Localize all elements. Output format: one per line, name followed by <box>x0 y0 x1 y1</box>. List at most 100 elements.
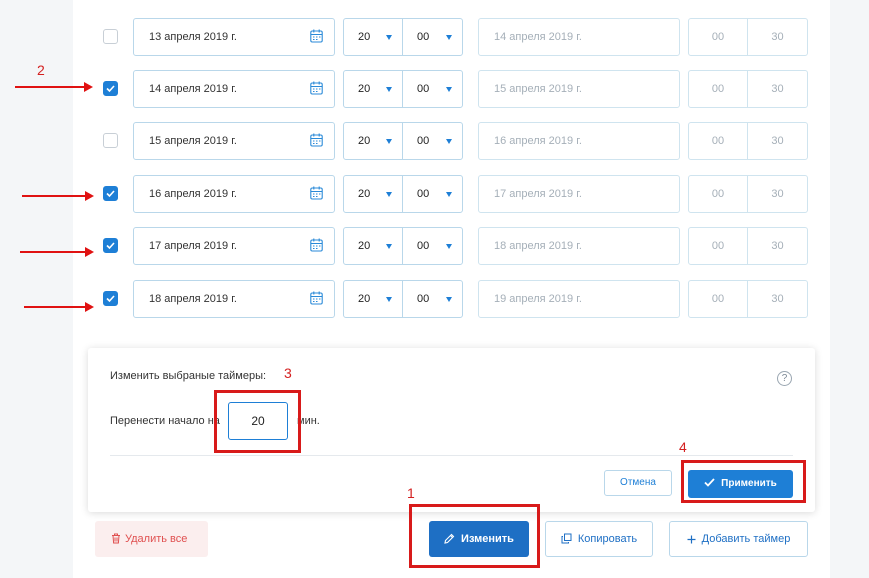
start-minute-select[interactable]: 00 <box>402 227 463 265</box>
annotation-box-1 <box>409 504 540 568</box>
end-date-value: 15 апреля 2019 г. <box>494 83 582 95</box>
duration-minutes-field: 30 <box>747 280 808 318</box>
row-checkbox[interactable] <box>103 81 118 96</box>
start-date-value: 16 апреля 2019 г. <box>149 188 237 200</box>
chevron-down-icon <box>386 297 392 302</box>
duration-hours-field: 00 <box>688 70 748 108</box>
chevron-down-icon <box>386 244 392 249</box>
end-date-field: 17 апреля 2019 г. <box>478 175 680 213</box>
popup-title: Изменить выбраные таймеры: <box>110 370 267 382</box>
duration-hours-value: 00 <box>711 293 725 305</box>
annotation-arrow <box>24 302 94 312</box>
duration-minutes-field: 30 <box>747 175 808 213</box>
start-minute-select[interactable]: 00 <box>402 70 463 108</box>
start-date-field[interactable]: 15 апреля 2019 г. <box>133 122 335 160</box>
start-minute-value: 00 <box>417 31 430 43</box>
start-date-value: 15 апреля 2019 г. <box>149 135 237 147</box>
duration-minutes-field: 30 <box>747 227 808 265</box>
trash-icon <box>112 533 120 544</box>
annotation-box-4 <box>681 460 806 503</box>
row-checkbox[interactable] <box>103 29 118 44</box>
start-minute-value: 00 <box>417 240 430 252</box>
duration-minutes-value: 30 <box>771 135 784 147</box>
start-hour-select[interactable]: 20 <box>343 280 403 318</box>
start-minute-select[interactable]: 00 <box>402 175 463 213</box>
calendar-icon[interactable] <box>310 81 323 100</box>
delete-all-label: Удалить все <box>125 533 188 545</box>
start-date-value: 18 апреля 2019 г. <box>149 293 237 305</box>
cancel-button[interactable]: Отмена <box>604 470 672 496</box>
duration-minutes-field: 30 <box>747 18 808 56</box>
chevron-down-icon <box>446 192 452 197</box>
help-icon[interactable]: ? <box>777 371 792 386</box>
duration-hours-value: 00 <box>711 135 725 147</box>
row-checkbox[interactable] <box>103 238 118 253</box>
calendar-icon[interactable] <box>310 238 323 257</box>
end-date-field: 19 апреля 2019 г. <box>478 280 680 318</box>
duration-hours-field: 00 <box>688 280 748 318</box>
end-date-value: 18 апреля 2019 г. <box>494 240 582 252</box>
annotation-arrow <box>15 82 93 92</box>
duration-hours-value: 00 <box>711 188 725 200</box>
copy-label: Копировать <box>577 533 638 545</box>
duration-hours-value: 00 <box>711 83 725 95</box>
chevron-down-icon <box>386 192 392 197</box>
start-date-field[interactable]: 17 апреля 2019 г. <box>133 227 335 265</box>
row-checkbox[interactable] <box>103 291 118 306</box>
duration-minutes-value: 30 <box>771 83 784 95</box>
annotation-arrow <box>22 191 94 201</box>
duration-minutes-field: 30 <box>747 122 808 160</box>
start-minute-value: 00 <box>417 135 430 147</box>
calendar-icon[interactable] <box>310 186 323 205</box>
start-minute-select[interactable]: 00 <box>402 18 463 56</box>
add-timer-button[interactable]: Добавить таймер <box>669 521 808 557</box>
calendar-icon[interactable] <box>310 291 323 310</box>
row-checkbox[interactable] <box>103 186 118 201</box>
start-minute-value: 00 <box>417 188 430 200</box>
chevron-down-icon <box>386 35 392 40</box>
start-hour-value: 20 <box>358 240 371 252</box>
copy-icon <box>561 533 572 544</box>
annotation-number-2: 2 <box>37 62 45 78</box>
popup-divider <box>110 455 793 456</box>
duration-hours-field: 00 <box>688 18 748 56</box>
annotation-box-3 <box>214 390 301 453</box>
start-minute-value: 00 <box>417 83 430 95</box>
row-checkbox[interactable] <box>103 133 118 148</box>
duration-hours-value: 00 <box>711 31 725 43</box>
duration-minutes-value: 30 <box>771 31 784 43</box>
start-hour-select[interactable]: 20 <box>343 227 403 265</box>
start-hour-select[interactable]: 20 <box>343 18 403 56</box>
start-hour-select[interactable]: 20 <box>343 175 403 213</box>
annotation-number-1: 1 <box>407 485 415 501</box>
start-date-field[interactable]: 18 апреля 2019 г. <box>133 280 335 318</box>
start-date-field[interactable]: 13 апреля 2019 г. <box>133 18 335 56</box>
annotation-number-4: 4 <box>679 439 687 455</box>
duration-minutes-value: 30 <box>771 188 784 200</box>
copy-button[interactable]: Копировать <box>545 521 653 557</box>
start-minute-select[interactable]: 00 <box>402 122 463 160</box>
calendar-icon[interactable] <box>310 29 323 48</box>
annotation-arrow <box>20 247 94 257</box>
start-date-value: 17 апреля 2019 г. <box>149 240 237 252</box>
duration-hours-field: 00 <box>688 175 748 213</box>
timer-row: 18 апреля 2019 г. 20 00 19 апреля 2019 г. 00… <box>0 280 869 318</box>
start-date-field[interactable]: 16 апреля 2019 г. <box>133 175 335 213</box>
duration-hours-field: 00 <box>688 227 748 265</box>
start-hour-value: 20 <box>358 83 371 95</box>
timer-row: 16 апреля 2019 г. 20 00 17 апреля 2019 г. 00… <box>0 175 869 213</box>
start-hour-value: 20 <box>358 188 371 200</box>
start-hour-select[interactable]: 20 <box>343 122 403 160</box>
end-date-value: 19 апреля 2019 г. <box>494 293 582 305</box>
start-hour-select[interactable]: 20 <box>343 70 403 108</box>
end-date-value: 14 апреля 2019 г. <box>494 31 582 43</box>
plus-icon <box>687 535 696 544</box>
chevron-down-icon <box>386 139 392 144</box>
delete-all-button[interactable]: Удалить все <box>95 521 208 557</box>
duration-minutes-field: 30 <box>747 70 808 108</box>
start-date-field[interactable]: 14 апреля 2019 г. <box>133 70 335 108</box>
start-date-value: 14 апреля 2019 г. <box>149 83 237 95</box>
end-date-field: 16 апреля 2019 г. <box>478 122 680 160</box>
start-minute-select[interactable]: 00 <box>402 280 463 318</box>
calendar-icon[interactable] <box>310 133 323 152</box>
